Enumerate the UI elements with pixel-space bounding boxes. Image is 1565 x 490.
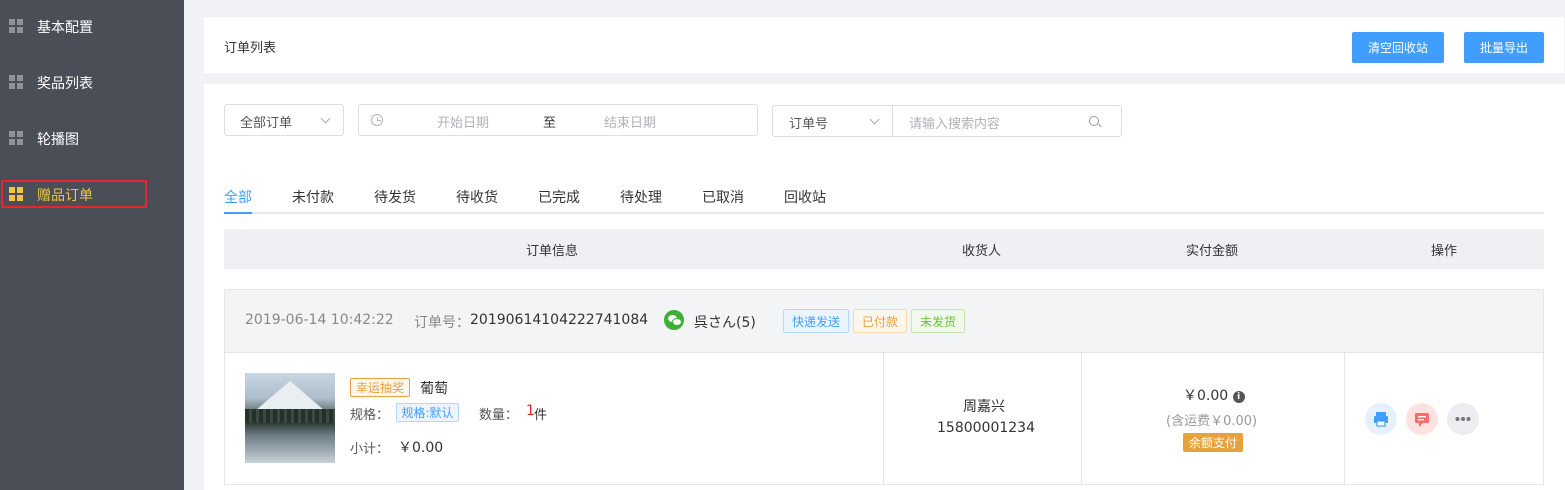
print-button[interactable]	[1365, 403, 1397, 435]
order-card: 2019-06-14 10:42:22 订单号： 201906141042227…	[224, 289, 1544, 485]
order-tabs: 全部 未付款 待发货 待收货 已完成 待处理 已取消 回收站	[224, 184, 1544, 214]
page-header: 订单列表 清空回收站 批量导出	[204, 17, 1564, 73]
clear-recycle-bin-button[interactable]: 清空回收站	[1352, 32, 1444, 63]
sidebar-item-label: 奖品列表	[37, 76, 93, 92]
end-date-input[interactable]: 结束日期	[604, 112, 656, 131]
product-name: 葡萄	[420, 381, 448, 397]
paid-amount: ￥0.00 i	[1183, 385, 1245, 405]
column-divider	[883, 353, 884, 484]
subtotal-label: 小计：	[350, 442, 390, 457]
start-date-input[interactable]: 开始日期	[437, 112, 489, 131]
subtotal-value: ￥0.00	[398, 440, 444, 456]
quantity-label: 数量：	[479, 408, 519, 423]
shipping-fee-note: (含运费￥0.00)	[1166, 414, 1258, 429]
grid-icon	[9, 131, 23, 145]
tab-to-ship[interactable]: 待发货	[374, 187, 416, 207]
tab-all[interactable]: 全部	[224, 187, 252, 207]
tab-to-receive[interactable]: 待收货	[456, 187, 498, 207]
message-button[interactable]	[1406, 403, 1438, 435]
batch-export-button[interactable]: 批量导出	[1464, 32, 1544, 63]
column-header: 操作	[1431, 244, 1458, 259]
table-header: 订单信息 收货人 实付金额 操作	[224, 229, 1544, 269]
tab-completed[interactable]: 已完成	[538, 187, 580, 207]
status-badge: 快递发送	[783, 309, 849, 333]
spec-label: 规格：	[350, 408, 390, 423]
status-badge: 未发货	[911, 309, 965, 333]
sidebar-item-basic-config[interactable]: 基本配置	[0, 6, 184, 46]
tab-pending[interactable]: 待处理	[620, 187, 662, 207]
active-tab-indicator	[224, 212, 252, 214]
more-icon	[1455, 417, 1471, 421]
search-type-select[interactable]: 订单号	[773, 106, 893, 136]
column-divider	[1081, 353, 1082, 484]
order-status-select[interactable]: 全部订单	[224, 104, 344, 136]
search-input[interactable]: 请输入搜索内容	[909, 113, 1000, 132]
column-header: 实付金额	[1186, 244, 1239, 259]
sidebar-item-label: 轮播图	[37, 132, 79, 148]
order-number-label: 订单号：	[414, 315, 470, 331]
receiver-phone: 15800001234	[937, 420, 1035, 436]
search-group: 订单号 请输入搜索内容	[772, 105, 1122, 137]
printer-icon	[1374, 412, 1388, 427]
clock-icon	[371, 114, 383, 126]
search-icon[interactable]	[1089, 116, 1099, 126]
order-panel: 全部订单 开始日期 至 结束日期 订单号 请输入搜索内容 全部 未付款 待发货 …	[204, 84, 1565, 490]
spec-badge: 规格:默认	[396, 403, 459, 422]
chat-icon	[1415, 413, 1429, 427]
date-range-picker[interactable]: 开始日期 至 结束日期	[358, 104, 758, 136]
product-image	[245, 373, 335, 463]
grid-icon	[9, 19, 23, 33]
chevron-down-icon	[320, 113, 331, 124]
column-header: 订单信息	[526, 244, 579, 259]
column-header: 收货人	[962, 244, 1002, 259]
highlight-box	[1, 180, 147, 208]
sidebar-item-carousel[interactable]: 轮播图	[0, 118, 184, 158]
tab-recycle-bin[interactable]: 回收站	[784, 187, 826, 207]
receiver-name: 周嘉兴	[963, 399, 1005, 415]
sidebar-item-prize-list[interactable]: 奖品列表	[0, 62, 184, 102]
grid-icon	[9, 75, 23, 89]
search-type-value: 订单号	[789, 117, 829, 132]
quantity-unit: 件	[534, 408, 548, 423]
chevron-down-icon	[869, 114, 880, 125]
tab-unpaid[interactable]: 未付款	[292, 187, 334, 207]
range-separator: 至	[543, 116, 557, 131]
payment-method-badge: 余额支付	[1183, 433, 1243, 452]
lottery-badge: 幸运抽奖	[350, 378, 410, 397]
tab-cancelled[interactable]: 已取消	[702, 187, 744, 207]
order-status-value: 全部订单	[240, 116, 293, 131]
customer-name[interactable]: 呉さん(5)	[694, 312, 756, 332]
info-icon[interactable]: i	[1232, 391, 1245, 403]
sidebar-item-label: 基本配置	[37, 20, 93, 36]
status-badge: 已付款	[853, 309, 907, 333]
column-divider	[1344, 353, 1345, 484]
order-number: 20190614104222741084	[470, 312, 649, 328]
more-button[interactable]	[1447, 403, 1479, 435]
sidebar: 基本配置 奖品列表 轮播图 赠品订单	[0, 0, 184, 490]
page-title: 订单列表	[224, 41, 277, 56]
order-datetime: 2019-06-14 10:42:22	[245, 312, 394, 328]
order-header: 2019-06-14 10:42:22 订单号： 201906141042227…	[225, 290, 1543, 353]
wechat-icon	[664, 310, 684, 330]
